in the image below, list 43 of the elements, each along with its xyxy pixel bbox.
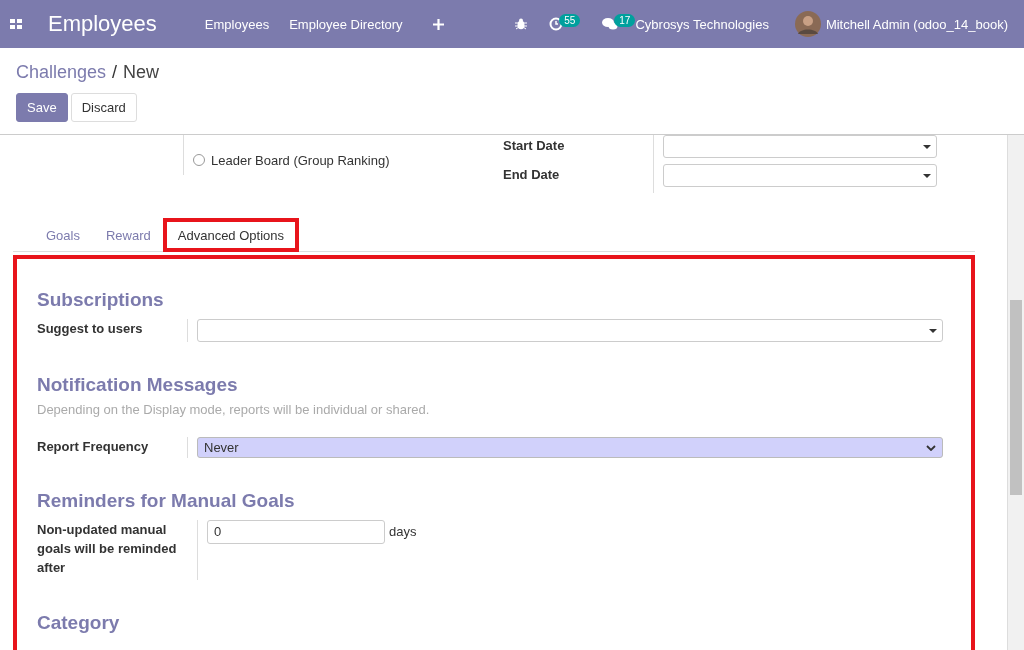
- field-label: Start Date: [503, 137, 566, 153]
- field-label: Non-updated manual goals will be reminded after: [37, 521, 178, 577]
- tab[interactable]: Goals: [33, 219, 93, 251]
- user-menu[interactable]: Mitchell Admin (odoo_14_book): [825, 16, 1008, 32]
- tab[interactable]: Advanced Options: [163, 219, 298, 251]
- breadcrumb-link[interactable]: Challenges: [16, 62, 107, 83]
- caret-icon[interactable]: [929, 329, 937, 333]
- chevron-down-icon[interactable]: [926, 444, 936, 451]
- chat-icon[interactable]: [602, 17, 619, 31]
- frequency-select[interactable]: Never: [197, 437, 943, 458]
- plus-icon[interactable]: [432, 18, 444, 30]
- section-title: Notification Messages: [37, 374, 239, 396]
- help-text: Depending on the Display mode, reports will be individual or shared.: [37, 402, 431, 417]
- user-avatar-icon[interactable]: [794, 11, 821, 37]
- field-label: End Date: [503, 166, 561, 182]
- number-field[interactable]: 0: [207, 520, 385, 544]
- section-title: Category: [37, 612, 121, 634]
- users-field[interactable]: [197, 319, 943, 342]
- caret-icon[interactable]: [923, 145, 931, 149]
- unit-label: days: [389, 523, 417, 539]
- company-switcher[interactable]: Cybrosys Technologies: [635, 16, 769, 32]
- scrollbar[interactable]: [1007, 135, 1024, 650]
- message-count-badge: 17: [614, 13, 636, 27]
- menu-item[interactable]: Employee Directory: [289, 16, 403, 32]
- date-field[interactable]: [663, 135, 937, 158]
- activity-count-badge: 55: [559, 13, 581, 27]
- bug-icon[interactable]: [515, 18, 528, 30]
- section-title: Reminders for Manual Goals: [37, 490, 296, 512]
- field-label: Report Frequency: [37, 438, 150, 456]
- section-title: Subscriptions: [37, 289, 165, 311]
- caret-icon[interactable]: [923, 174, 931, 178]
- tab[interactable]: Reward: [92, 219, 164, 251]
- radio-label[interactable]: Leader Board (Group Ranking): [211, 152, 390, 168]
- clock-icon[interactable]: [549, 17, 564, 31]
- app-title[interactable]: Employees: [48, 11, 157, 37]
- breadcrumb-current: New: [123, 62, 160, 83]
- breadcrumb-separator: /: [112, 62, 118, 83]
- menu-item[interactable]: Employees: [204, 16, 270, 32]
- field-label: Suggest to users: [37, 320, 144, 338]
- apps-menu-icon[interactable]: [10, 19, 22, 29]
- save-button[interactable]: Save: [16, 93, 68, 122]
- discard-button[interactable]: Discard: [70, 93, 137, 122]
- date-field[interactable]: [663, 164, 937, 187]
